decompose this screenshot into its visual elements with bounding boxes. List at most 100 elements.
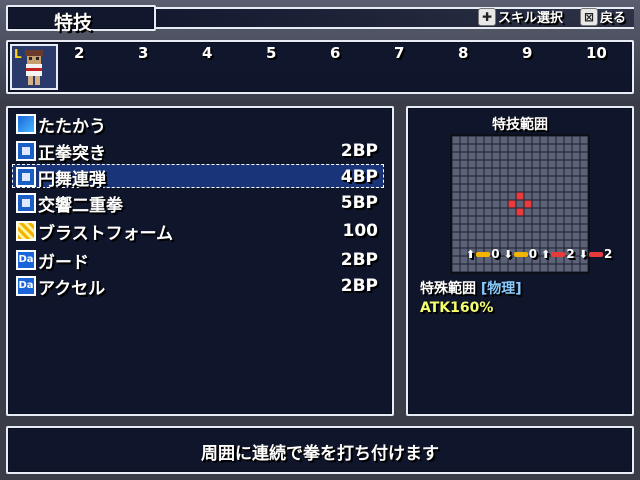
range-cell (580, 264, 588, 272)
range-cell (484, 208, 492, 216)
party-slot-4[interactable]: 4 (202, 44, 212, 62)
range-cell (532, 184, 540, 192)
range-cell (492, 208, 500, 216)
party-slot-5[interactable]: 5 (266, 44, 276, 62)
range-type: 特殊範囲 (420, 281, 476, 297)
range-cell (580, 200, 588, 208)
range-cell (556, 160, 564, 168)
range-cell (532, 168, 540, 176)
range-cell (556, 168, 564, 176)
skill-cost: 2BP (340, 276, 378, 296)
page-title: 特技 (54, 12, 93, 34)
range-cell (572, 184, 580, 192)
party-slot-8[interactable]: 8 (458, 44, 468, 62)
range-cell (452, 152, 460, 160)
skill-select-label: スキル選択 (498, 11, 564, 26)
range-cell (540, 192, 548, 200)
leader-badge: L (14, 47, 22, 61)
range-cell (516, 184, 524, 192)
blue-square-icon (16, 193, 36, 213)
range-cell (524, 144, 532, 152)
back-hint[interactable]: ⊠ 戻る (580, 7, 626, 26)
range-cell (564, 264, 572, 272)
skill-row-blastform[interactable]: ブラストフォーム 100 (8, 219, 379, 244)
range-cell (500, 136, 508, 144)
range-cell (524, 208, 532, 216)
range-cell (468, 160, 476, 168)
skill-cost: 4BP (340, 167, 378, 187)
atk-multiplier: ATK160% (420, 300, 494, 316)
range-cell (484, 232, 492, 240)
range-cell (452, 144, 460, 152)
party-slot-10[interactable]: 10 (586, 44, 607, 62)
skill-row-guard[interactable]: Da ガード 2BP (8, 248, 378, 273)
range-cell (564, 232, 572, 240)
party-slot-1[interactable]: L (10, 44, 58, 90)
range-cell (460, 216, 468, 224)
range-cell (572, 216, 580, 224)
skill-cost: 5BP (340, 193, 378, 213)
range-cell (476, 264, 484, 272)
skill-row-seiken[interactable]: 正拳突き 2BP (8, 139, 378, 164)
range-cell (524, 176, 532, 184)
range-cell (516, 232, 524, 240)
range-cell (452, 240, 460, 248)
range-cell (532, 200, 540, 208)
modifier-value: 2 (603, 247, 613, 261)
range-cell (540, 160, 548, 168)
modifier-value: 0 (528, 247, 538, 261)
range-cell (508, 144, 516, 152)
range-cell (540, 136, 548, 144)
range-cell (476, 152, 484, 160)
range-cell (452, 136, 460, 144)
range-cell (524, 224, 532, 232)
range-cell (548, 168, 556, 176)
range-cell (452, 264, 460, 272)
range-cell (484, 152, 492, 160)
range-cell (500, 208, 508, 216)
modifier-down-red: ⬇ 2 (579, 247, 613, 261)
party-slot-3[interactable]: 3 (138, 44, 148, 62)
range-cell (556, 152, 564, 160)
range-cell (540, 208, 548, 216)
range-cell (476, 176, 484, 184)
range-cell (484, 176, 492, 184)
range-cell (556, 200, 564, 208)
range-cell (468, 152, 476, 160)
party-slot-2[interactable]: 2 (74, 44, 84, 62)
range-cell (540, 200, 548, 208)
range-cell (452, 256, 460, 264)
range-cell (476, 168, 484, 176)
range-cell (532, 224, 540, 232)
range-cell (492, 144, 500, 152)
party-slot-7[interactable]: 7 (394, 44, 404, 62)
range-cell (540, 176, 548, 184)
da-icon: Da (16, 250, 36, 270)
skill-select-hint[interactable]: ✚ スキル選択 (478, 7, 563, 26)
skill-row-kokyo[interactable]: 交響二重拳 5BP (8, 191, 378, 216)
skill-row-enbu[interactable]: 円舞連弾 4BP (8, 165, 378, 190)
skill-cost: 100 (342, 221, 379, 241)
range-cell (540, 216, 548, 224)
modifier-value: 0 (491, 247, 500, 261)
range-cell (572, 152, 580, 160)
skill-row-accel[interactable]: Da アクセル 2BP (8, 274, 378, 299)
range-cell (508, 160, 516, 168)
party-slot-6[interactable]: 6 (330, 44, 340, 62)
range-cell (452, 176, 460, 184)
cancel-key-icon: ⊠ (580, 7, 598, 26)
range-cell (516, 216, 524, 224)
modifier-up-red: ⬆ 2 (541, 247, 575, 261)
range-cell (452, 224, 460, 232)
range-cell (468, 136, 476, 144)
range-cell (564, 168, 572, 176)
range-cell (508, 208, 516, 216)
range-cell (500, 224, 508, 232)
range-cell (524, 152, 532, 160)
skill-range-panel: 特技範囲 ⬆ 0 ⬇ 0 ⬆ 2 ⬇ 2 特殊範囲 [物理] ATK160% (406, 106, 634, 416)
range-cell (580, 160, 588, 168)
range-cell (508, 176, 516, 184)
range-cell (508, 192, 516, 200)
party-slot-9[interactable]: 9 (522, 44, 532, 62)
skill-row-attack[interactable]: たたかう (8, 112, 378, 137)
